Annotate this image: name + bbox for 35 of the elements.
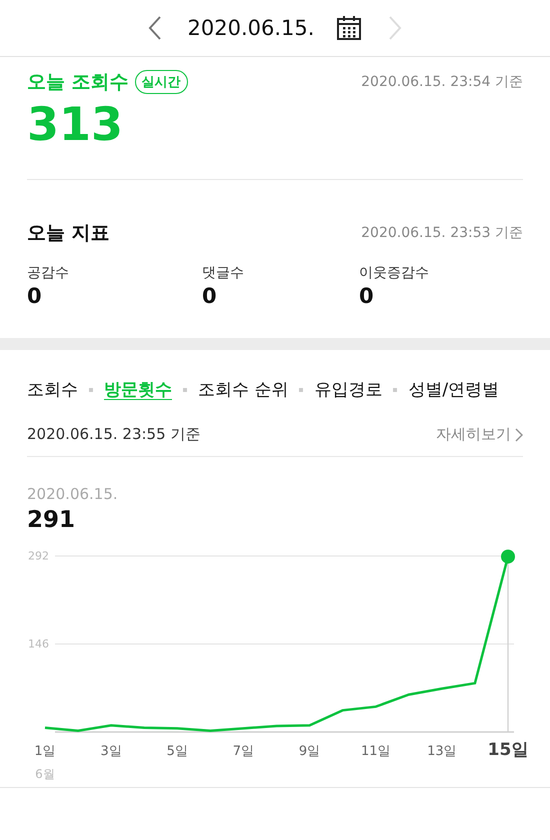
x-tick-label: 15일 — [488, 740, 528, 760]
tab[interactable]: 조회수 순위 — [198, 378, 288, 401]
metric-value: 0 — [202, 284, 218, 308]
x-tick-label: 3일 — [100, 744, 122, 759]
y-tick-label: 292 — [28, 550, 49, 562]
x-tick-label: 1일 — [34, 744, 56, 759]
tab[interactable]: 조회수 — [27, 378, 78, 401]
selected-date: 2020.06.15. — [27, 485, 119, 503]
metric-value: 0 — [27, 284, 43, 308]
chevron-right-icon — [515, 428, 523, 442]
metric-label: 이웃증감수 — [359, 264, 430, 282]
view-count: 313 — [27, 97, 124, 151]
x-tick-label: 13일 — [427, 744, 457, 759]
section-title: 오늘 조회수 — [27, 70, 129, 95]
y-tick-label: 146 — [28, 638, 49, 650]
metric-value: 0 — [359, 284, 375, 308]
metric-label: 댓글수 — [202, 264, 245, 282]
details-link[interactable]: 자세히보기 — [436, 425, 523, 444]
section-title: 오늘 지표 — [27, 221, 110, 246]
metric-label: 공감수 — [27, 264, 70, 282]
timestamp: 2020.06.15. 23:53 기준 — [361, 224, 523, 242]
realtime-badge: 실시간 — [134, 70, 188, 94]
timestamp: 2020.06.15. 23:54 기준 — [361, 73, 523, 91]
tab[interactable]: 유입경로 — [314, 378, 382, 401]
tab[interactable]: 성별/연령별 — [408, 378, 500, 401]
x-tick-label: 9일 — [298, 744, 320, 759]
timestamp: 2020.06.15. 23:55 기준 — [27, 425, 200, 444]
x-tick-label: 11일 — [360, 744, 390, 759]
month-label: 6월 — [35, 767, 55, 781]
current-date: 2020.06.15. — [188, 16, 314, 40]
selected-point[interactable] — [501, 550, 515, 564]
x-tick-label: 5일 — [166, 744, 188, 759]
calendar-icon[interactable] — [336, 13, 362, 43]
selected-value: 291 — [27, 507, 76, 533]
x-tick-label: 7일 — [232, 744, 254, 759]
